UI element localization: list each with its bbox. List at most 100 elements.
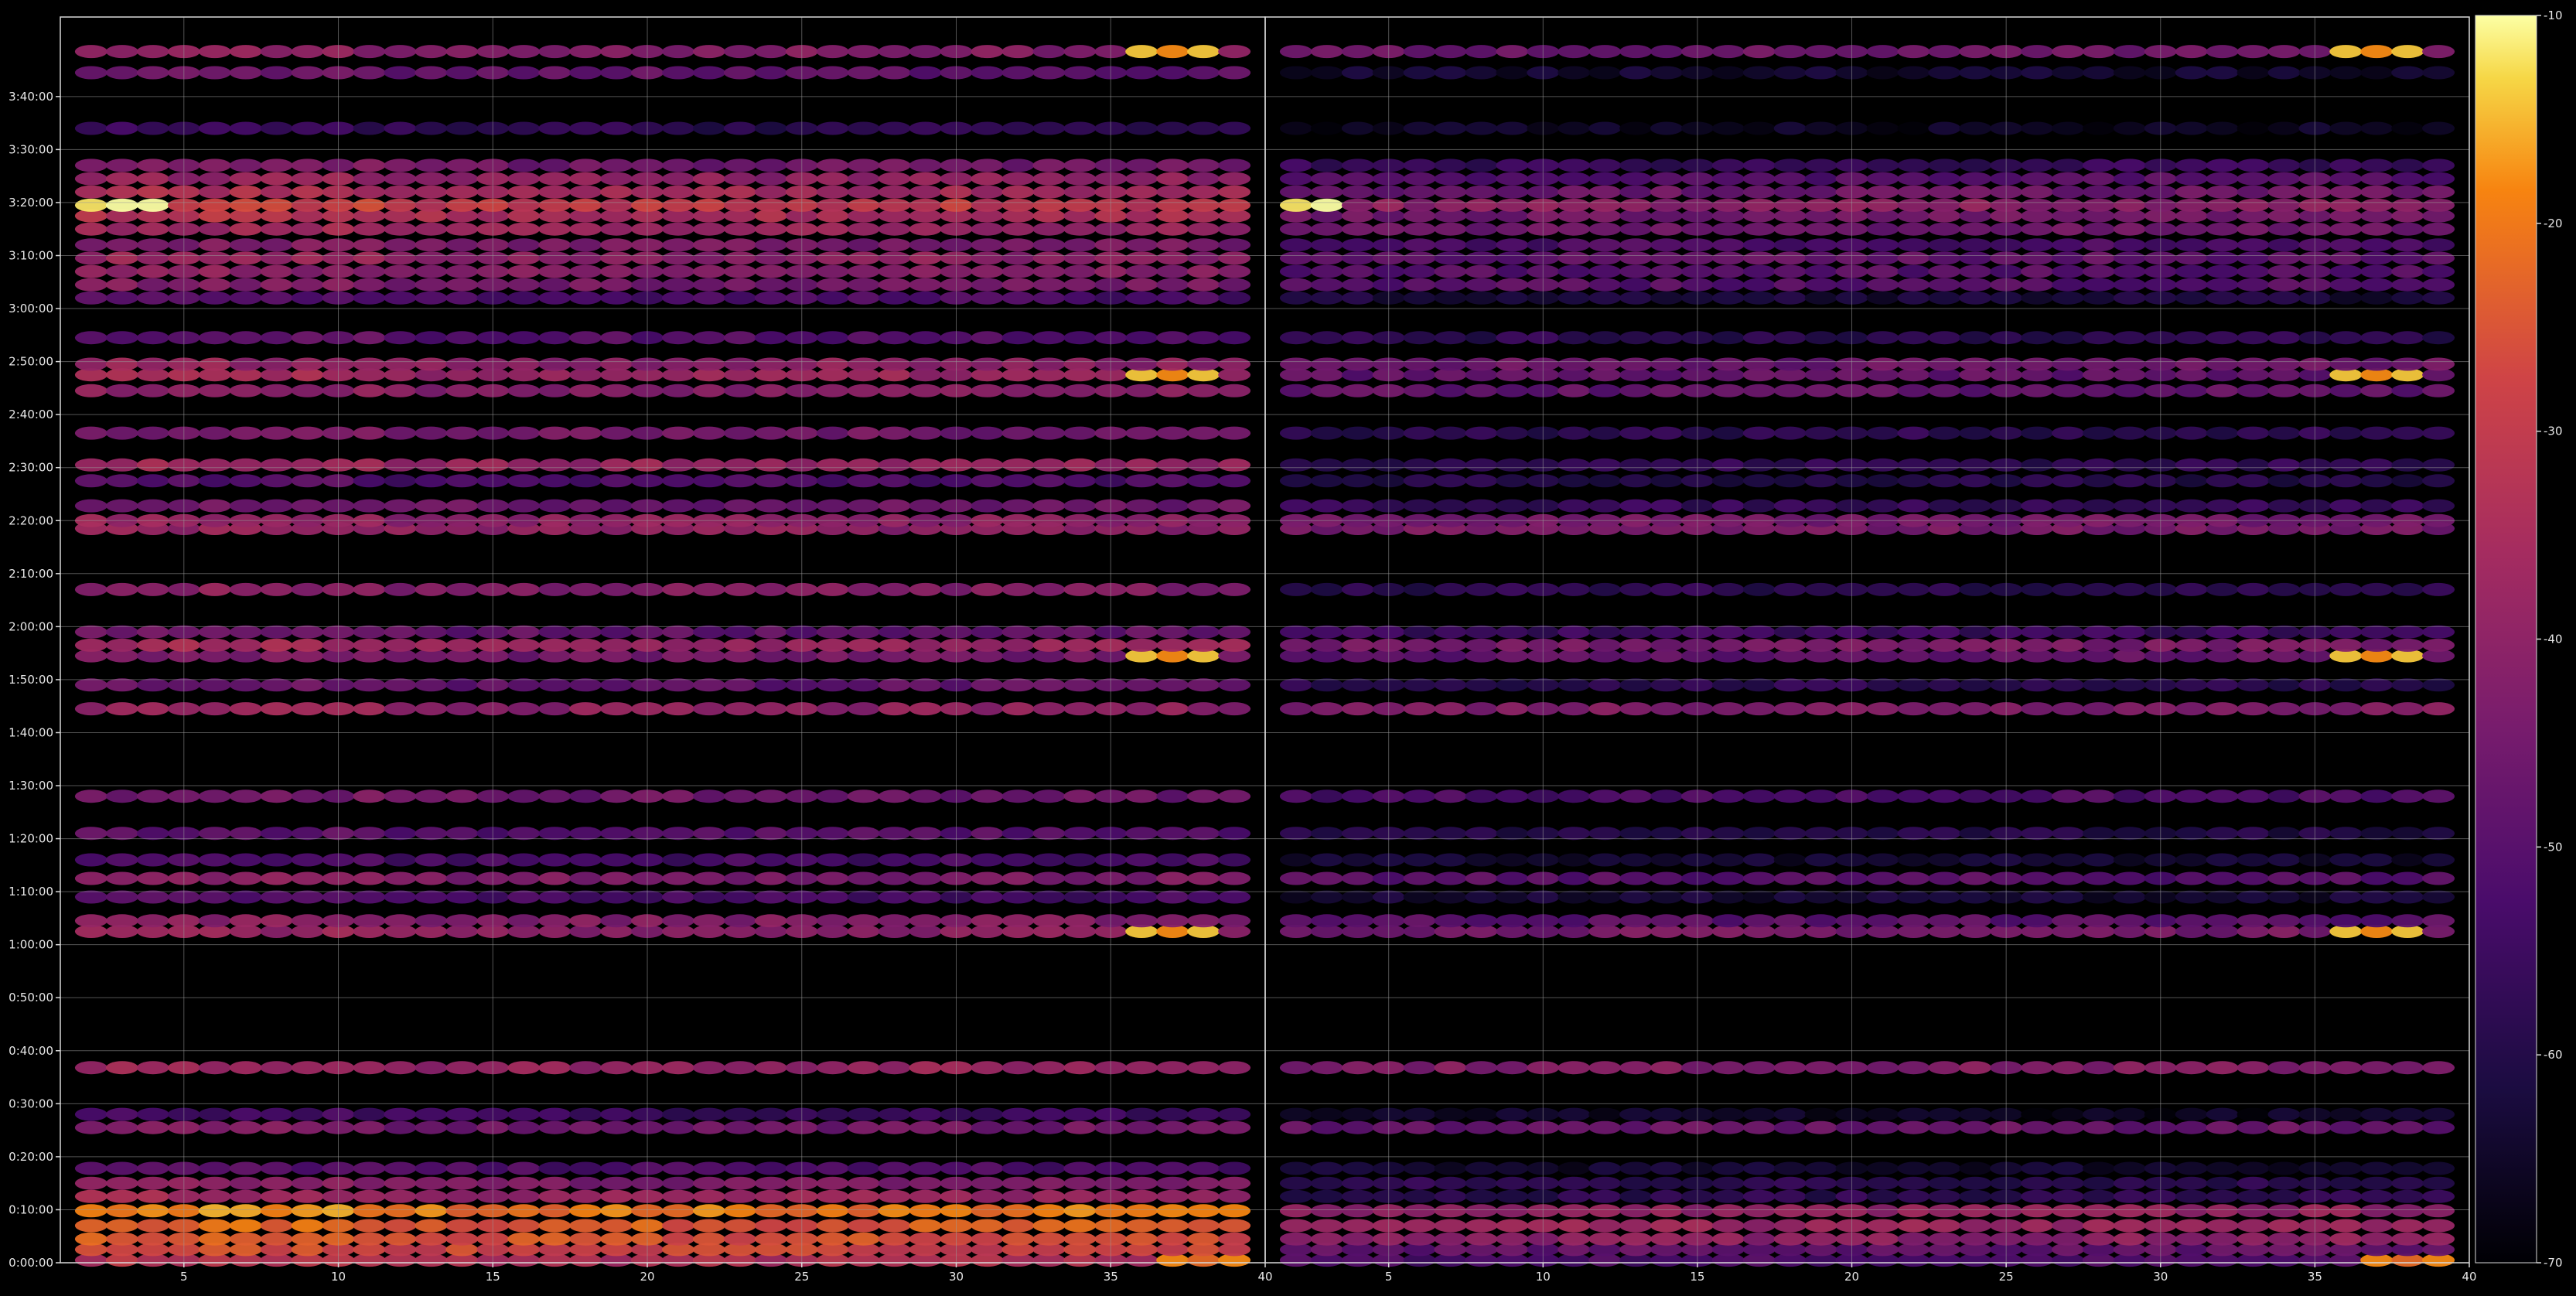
x-tick-label: 15 (1690, 1270, 1704, 1284)
heat-cell (1928, 1232, 1961, 1246)
heat-cell (2113, 45, 2146, 59)
heat-cell (353, 278, 386, 292)
heat-cell (507, 1204, 541, 1218)
heat-cell (1773, 185, 1807, 199)
heat-cell (1434, 890, 1467, 904)
heat-cell (291, 264, 324, 278)
heat-cell (909, 582, 942, 596)
heat-cell (2391, 1232, 2424, 1246)
x-tick-label: 5 (1385, 1270, 1393, 1284)
heat-cell (1218, 890, 1251, 904)
heat-cell (847, 159, 880, 172)
heat-cell (2021, 1061, 2054, 1075)
heat-cell (1619, 172, 1653, 186)
heat-cell (1804, 1161, 1837, 1175)
heat-cell (2267, 198, 2301, 212)
heat-cell (1403, 278, 1436, 292)
heat-cell (1279, 426, 1312, 440)
heat-cell (754, 222, 787, 236)
heat-cell (74, 1204, 107, 1218)
heat-cell (445, 474, 479, 488)
heat-cell (2329, 827, 2363, 841)
heat-cell (1279, 1061, 1312, 1075)
heat-cell (878, 1107, 911, 1121)
heat-cell (229, 198, 262, 212)
heat-cell (662, 264, 694, 278)
heat-cell (1403, 426, 1436, 440)
heat-cell (507, 702, 541, 716)
heat-cell (816, 384, 849, 397)
heat-cell (1125, 222, 1158, 236)
heat-cell (2422, 121, 2455, 135)
heat-cell (1650, 251, 1683, 265)
heat-cell (507, 172, 541, 186)
heat-cell (445, 198, 479, 212)
heat-cell (2021, 458, 2054, 472)
heat-cell (538, 678, 571, 692)
heat-cell (1711, 264, 1745, 278)
heat-cell (2422, 384, 2455, 397)
heat-cell (971, 159, 1004, 172)
heat-cell (1187, 702, 1220, 716)
heat-cell (1804, 1219, 1837, 1233)
heat-cell (816, 871, 849, 885)
heat-cell (723, 222, 756, 236)
heat-cell (878, 678, 911, 692)
heat-cell (2206, 1120, 2239, 1134)
heat-cell (2206, 66, 2239, 80)
heat-cell (507, 426, 541, 440)
heat-cell (74, 1189, 107, 1203)
heat-cell (260, 853, 293, 867)
heat-cell (1032, 702, 1066, 716)
heat-cell (692, 185, 725, 199)
heat-cell (1742, 291, 1776, 305)
heat-cell (1279, 790, 1312, 803)
heat-cell (1218, 1189, 1251, 1203)
heat-cell (2082, 1219, 2115, 1233)
heat-cell (1434, 1107, 1467, 1121)
heat-cell (2267, 1219, 2301, 1233)
heat-cell (353, 702, 386, 716)
heat-cell (1063, 827, 1097, 841)
heat-cell (260, 121, 293, 135)
heat-cell (847, 384, 880, 397)
heat-cell (2237, 1161, 2270, 1175)
heat-cell (1310, 291, 1343, 305)
heat-cell (105, 1232, 138, 1246)
heat-cell (878, 198, 911, 212)
heat-cell (2113, 890, 2146, 904)
heat-cell (2360, 678, 2393, 692)
heat-cell (2021, 474, 2054, 488)
heat-cell (198, 251, 231, 265)
heat-cell (353, 890, 386, 904)
heat-cell (2082, 638, 2115, 652)
heat-cell (198, 1161, 231, 1175)
heat-cell (1001, 678, 1035, 692)
heat-cell (2267, 291, 2301, 305)
heat-cell (136, 790, 169, 803)
heat-cell (1742, 1232, 1776, 1246)
heat-cell (847, 1161, 880, 1175)
heat-cell (971, 1204, 1004, 1218)
heat-cell (1588, 264, 1622, 278)
heat-cell (1711, 159, 1745, 172)
heat-cell (1187, 45, 1220, 59)
heat-cell (723, 238, 756, 252)
heat-cell (1156, 121, 1189, 135)
heat-cell (2237, 638, 2270, 652)
heat-cell (415, 625, 448, 639)
heat-cell (1711, 1176, 1745, 1190)
heat-cell (1187, 1176, 1220, 1190)
heat-cell (692, 1189, 725, 1203)
heat-cell (1187, 678, 1220, 692)
heat-cell (2329, 853, 2363, 867)
heat-cell (847, 185, 880, 199)
heat-cell (1032, 1189, 1066, 1203)
heat-cell (1341, 264, 1374, 278)
heat-cell (1959, 890, 1992, 904)
heat-cell (662, 1176, 694, 1190)
heat-cell (1711, 66, 1745, 80)
heat-cell (600, 1161, 633, 1175)
heat-cell (415, 1176, 448, 1190)
heat-cell (569, 1204, 602, 1218)
